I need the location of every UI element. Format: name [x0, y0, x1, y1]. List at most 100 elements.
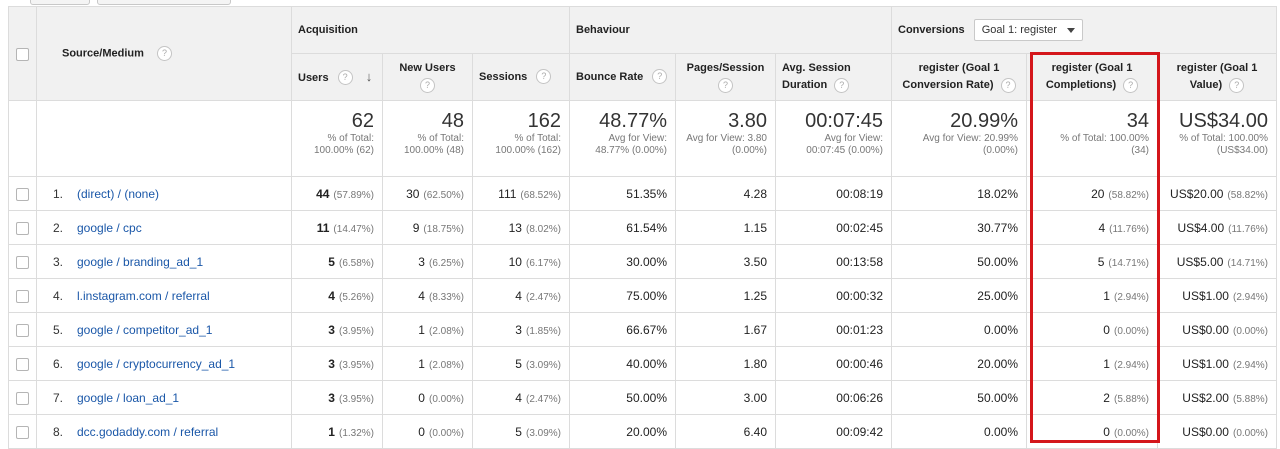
source-medium-link[interactable]: dcc.godaddy.com / referral: [77, 425, 218, 439]
cell-value: 13: [508, 220, 522, 235]
select-all-checkbox[interactable]: [16, 47, 29, 61]
col-label-bounce-rate: Bounce Rate: [576, 70, 644, 83]
cell-value: 0: [1103, 424, 1110, 439]
cell-value: 11: [316, 220, 330, 235]
goal-select-dropdown[interactable]: Goal 1: register: [973, 19, 1083, 41]
cell-percent: (11.76%): [1109, 223, 1149, 235]
col-header-users[interactable]: Users ? ↓: [291, 53, 383, 101]
cell-percent: (2.47%): [525, 291, 561, 303]
help-icon[interactable]: ?: [834, 77, 850, 93]
table-row: 6. google / cryptocurrency_ad_1 3 (3.95%) 1(…: [8, 346, 1277, 381]
total-sessions: 162% of Total: 100.00% (162): [472, 100, 570, 177]
cell-value: 0: [418, 390, 425, 405]
col-label-value-2: Value): [1189, 79, 1223, 91]
row-checkbox[interactable]: [16, 357, 29, 371]
row-checkbox-cell: [8, 346, 37, 381]
col-header-completions[interactable]: register (Goal 1 Completions) ?: [1026, 53, 1158, 101]
help-icon[interactable]: ?: [536, 69, 552, 85]
cell-value: 1.80: [743, 356, 767, 371]
cell-value: 00:01:23: [836, 322, 883, 337]
row-number: 3.: [53, 254, 64, 269]
value-cell: US$20.00 (58.82%): [1157, 176, 1277, 211]
value-cell: US$4.00 (11.76%): [1157, 210, 1277, 245]
col-header-sessions[interactable]: Sessions ?: [472, 53, 570, 101]
cell-value: 3: [515, 322, 522, 337]
cell-value: 3.50: [743, 254, 767, 269]
source-medium-link[interactable]: google / competitor_ad_1: [77, 323, 212, 337]
row-checkbox[interactable]: [16, 391, 29, 405]
row-number: 2.: [53, 220, 64, 235]
source-medium-link[interactable]: l.instagram.com / referral: [77, 289, 210, 303]
total-conversion-rate: 20.99% Avg for View: 20.99% (0.00%): [891, 100, 1027, 177]
help-icon[interactable]: ?: [156, 46, 172, 61]
col-header-new-users[interactable]: New Users ?: [382, 53, 473, 101]
total-note: % of Total:: [417, 133, 464, 144]
total-note: Avg for View: 3.80: [686, 133, 767, 144]
select-all-cell: [8, 6, 37, 101]
source-medium-header[interactable]: Source/Medium ?: [36, 6, 292, 101]
cell-value: 5: [1097, 254, 1105, 269]
help-icon[interactable]: ?: [337, 70, 353, 86]
value-cell: US$0.00 (0.00%): [1157, 414, 1277, 449]
users-cell: 3 (3.95%): [291, 380, 383, 415]
col-header-avg-session-duration[interactable]: Avg. Session Duration ?: [775, 53, 892, 101]
cell-value: 5: [515, 424, 522, 439]
cell-value: 50.00%: [977, 254, 1018, 269]
help-icon[interactable]: ?: [420, 77, 435, 93]
help-icon[interactable]: ?: [1229, 77, 1245, 93]
table-row: 3. google / branding_ad_1 5 (6.58%) 3 (6.25%)…: [8, 244, 1277, 279]
help-icon[interactable]: ?: [652, 69, 668, 85]
value-cell: US$1.00 (2.94%): [1157, 346, 1277, 381]
toolbar-tab[interactable]: [97, 0, 231, 5]
totals-row: 62% of Total: 100.00% (62) 48% of Total: 1…: [8, 100, 1277, 177]
acquisition-group-header: Acquisition: [291, 6, 570, 54]
toolbar-tab[interactable]: [30, 0, 90, 5]
cell-percent: (0.00%): [1232, 427, 1268, 439]
bounce-rate-cell: 66.67%: [569, 312, 676, 347]
bounce-rate-cell: 75.00%: [569, 278, 676, 313]
new-users-cell: 30 (62.50%): [382, 176, 473, 211]
avg-session-cell: 00:00:32: [775, 278, 892, 313]
source-medium-link[interactable]: google / cpc: [77, 221, 142, 235]
row-checkbox[interactable]: [16, 323, 29, 337]
cell-percent: (2.08%): [428, 325, 464, 337]
cell-percent: (0.00%): [428, 393, 464, 405]
cell-value: 6.40: [743, 424, 767, 439]
cell-value: 1.67: [743, 322, 767, 337]
cell-percent: (62.50%): [423, 189, 464, 201]
cell-value: 75.00%: [626, 288, 667, 303]
table-row: 1. (direct) / (none) 44 (57.89%) 30 (62.50%) 1…: [8, 176, 1277, 211]
help-icon[interactable]: ?: [1000, 77, 1016, 93]
source-medium-cell: 8. dcc.godaddy.com / referral: [36, 414, 292, 449]
cell-value: US$20.00: [1170, 186, 1224, 201]
cell-value: 4: [328, 288, 335, 303]
chevron-down-icon: [1066, 27, 1075, 33]
source-medium-link[interactable]: google / loan_ad_1: [77, 391, 179, 405]
row-checkbox[interactable]: [16, 221, 29, 235]
source-medium-link[interactable]: google / branding_ad_1: [77, 255, 203, 269]
source-medium-link[interactable]: (direct) / (none): [77, 187, 159, 201]
row-checkbox[interactable]: [16, 187, 29, 201]
cell-value: 0: [418, 424, 425, 439]
cell-value: 0.00%: [983, 424, 1018, 439]
row-checkbox[interactable]: [16, 289, 29, 303]
row-checkbox[interactable]: [16, 255, 29, 269]
col-header-bounce-rate[interactable]: Bounce Rate ?: [569, 53, 676, 101]
pages-session-cell: 3.50: [675, 244, 776, 279]
col-header-value[interactable]: register (Goal 1 Value) ?: [1157, 53, 1277, 101]
help-icon[interactable]: ?: [1123, 77, 1139, 93]
cell-percent: (6.58%): [338, 257, 374, 269]
col-header-conversion-rate[interactable]: register (Goal 1 Conversion Rate) ?: [891, 53, 1027, 101]
cell-percent: (8.33%): [428, 291, 464, 303]
users-cell: 5 (6.58%): [291, 244, 383, 279]
help-icon[interactable]: ?: [718, 77, 733, 93]
cell-percent: (5.88%): [1232, 393, 1268, 405]
cell-value: US$5.00: [1176, 254, 1224, 269]
cell-value: 0.00%: [983, 322, 1018, 337]
source-medium-link[interactable]: google / cryptocurrency_ad_1: [77, 357, 235, 371]
sort-descending-icon[interactable]: ↓: [366, 69, 373, 84]
total-value: 00:07:45: [805, 110, 883, 132]
row-checkbox[interactable]: [16, 425, 29, 439]
col-header-pages-session[interactable]: Pages/Session ?: [675, 53, 776, 101]
new-users-cell: 0 (0.00%): [382, 380, 473, 415]
